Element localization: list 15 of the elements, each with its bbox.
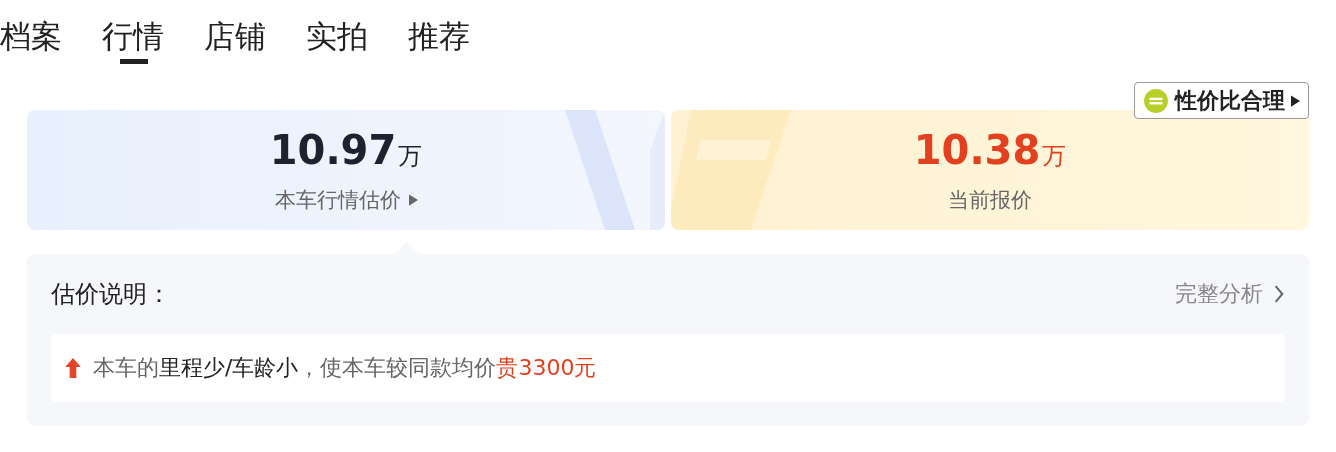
chevron-icon xyxy=(1273,284,1285,304)
tab[interactable]: 推荐 xyxy=(408,14,472,68)
price-label: 当前报价 xyxy=(948,186,1032,214)
price-value: 10.38万 xyxy=(913,126,1067,175)
price-label-link[interactable]: 本车行情估价 xyxy=(274,185,418,214)
caret-icon xyxy=(1291,94,1300,107)
tab[interactable]: 店铺 xyxy=(204,14,268,68)
section-title: 估价说明： xyxy=(51,279,171,310)
tab[interactable]: 档案 xyxy=(0,14,64,68)
tab[interactable]: 实拍 xyxy=(306,14,370,68)
tab[interactable]: 行情 xyxy=(102,14,166,68)
rating-badge[interactable]: 性价比合理 xyxy=(1134,82,1309,119)
explanation-text: 本车的里程少/车龄小，使本车较同款均价贵3300元 xyxy=(93,354,597,382)
balance-icon xyxy=(1143,87,1169,114)
price-value: 10.97万 xyxy=(269,126,423,175)
